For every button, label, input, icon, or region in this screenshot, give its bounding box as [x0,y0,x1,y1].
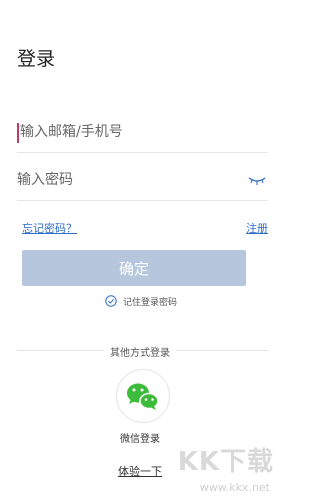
password-input[interactable] [17,160,237,200]
email-input[interactable] [17,112,240,152]
remember-password-label: 记住登录密码 [123,297,178,308]
trial-link[interactable]: 体验一下 [118,465,162,478]
wechat-login-button[interactable] [116,369,170,423]
check-circle-icon [105,295,117,307]
auth-links: 忘记密码？ 注册 [22,220,268,236]
eye-closed-icon[interactable] [248,173,266,187]
watermark-logo: KK下载 [177,447,274,477]
forgot-password-link[interactable]: 忘记密码？ [22,220,77,236]
page-title: 登录 [17,48,56,70]
email-field[interactable] [17,112,268,153]
register-link[interactable]: 注册 [246,220,268,236]
remember-password-toggle[interactable]: 记住登录密码 [105,293,177,309]
password-field[interactable] [17,160,268,201]
wechat-icon [127,383,159,410]
watermark-url: www.kkx.net [199,481,270,494]
confirm-button[interactable]: 确定 [22,250,246,286]
other-login-label: 其他方式登录 [0,344,280,359]
